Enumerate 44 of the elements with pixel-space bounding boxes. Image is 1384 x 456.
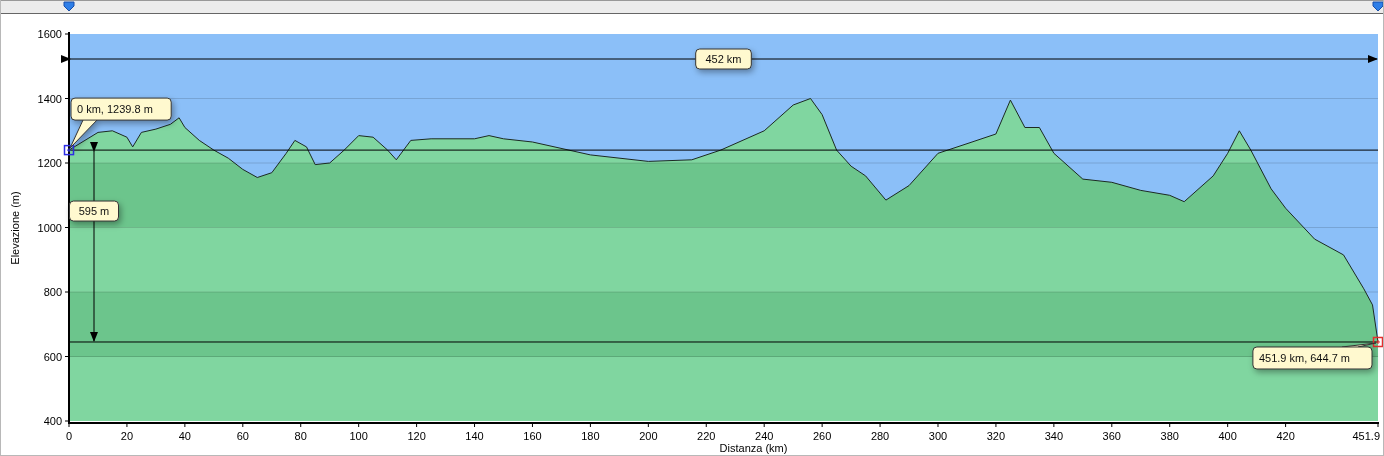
axis-tick-label: 1200 <box>37 157 62 169</box>
axis-tick-label: 100 <box>349 430 368 442</box>
callout-label: 595 m <box>69 200 119 222</box>
axis-tick-label: 80 <box>294 430 307 442</box>
y-axis-title: Elevazione (m) <box>9 191 21 265</box>
annotation: 451.9 km, 644.7 m <box>1258 351 1351 364</box>
annotation: 595 m <box>78 205 110 218</box>
axis-tick-label: 160 <box>523 430 542 442</box>
axis-tick-label: 400 <box>1218 430 1237 442</box>
axis-tick-label: 120 <box>407 430 426 442</box>
axis-tick-label: 800 <box>43 286 62 298</box>
point-marker <box>1372 336 1383 348</box>
callout-label: 451.9 km, 644.7 m <box>1252 342 1377 370</box>
axis-tick-label: 1000 <box>37 221 62 234</box>
callout-label: 452 km <box>695 48 752 70</box>
axis-tick-label: 180 <box>581 430 600 442</box>
axis-tick-label: 260 <box>812 430 832 442</box>
callout-label: 0 km, 1239.8 m <box>69 97 172 149</box>
axis-tick-label: 380 <box>1160 430 1179 442</box>
annotation: 0 km, 1239.8 m <box>77 103 153 116</box>
axis-tick-label: 140 <box>465 430 484 442</box>
x-axis-title: Distanza (km) <box>719 442 788 454</box>
range-handle[interactable] <box>63 1 75 12</box>
point-marker <box>63 144 75 156</box>
annotation: 452 km <box>705 53 742 65</box>
axis-tick-label: 320 <box>986 430 1006 442</box>
axis-tick-label: 451.9 <box>1352 430 1380 442</box>
axis-tick-label: 400 <box>43 415 62 427</box>
axis-tick-label: 20 <box>120 430 134 442</box>
axis-tick-label: 1600 <box>37 28 62 40</box>
axis-tick-label: 300 <box>928 430 948 442</box>
axis-tick-label: 360 <box>1102 430 1121 442</box>
axis-tick-label: 600 <box>43 350 62 363</box>
axis-tick-label: 280 <box>870 430 890 442</box>
axis-tick-label: 340 <box>1044 430 1064 442</box>
axis-tick-label: 40 <box>178 430 191 442</box>
axis-tick-label: 1400 <box>37 92 62 105</box>
axis-tick-label: 60 <box>236 430 249 442</box>
axis-tick-label: 420 <box>1276 430 1295 442</box>
axis-tick-label: 0 <box>65 430 73 442</box>
axis-tick-label: 240 <box>755 430 774 442</box>
axis-tick-label: 200 <box>639 430 658 442</box>
range-handle[interactable] <box>1372 1 1383 12</box>
axis-tick-label: 220 <box>697 430 716 442</box>
